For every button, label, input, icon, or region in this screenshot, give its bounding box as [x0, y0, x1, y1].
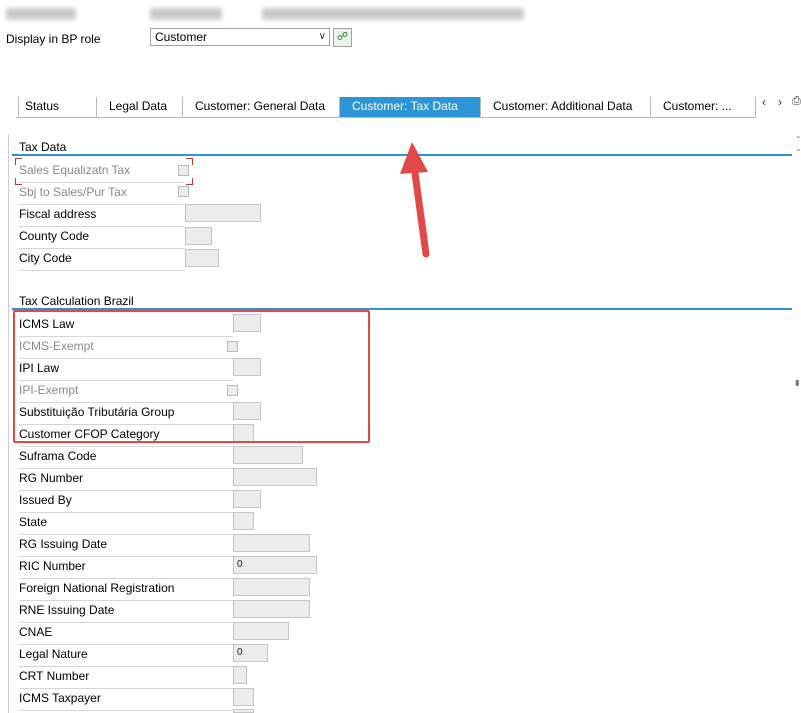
- legal-nature-input[interactable]: 0: [233, 644, 268, 662]
- glasses-icon: ☍: [336, 31, 349, 43]
- blurred-partner-name: [262, 8, 524, 20]
- state-input[interactable]: [233, 512, 254, 530]
- focus-corner: [186, 158, 193, 165]
- label-rg-number: RG Number: [19, 469, 233, 491]
- tab-customer-general-data[interactable]: Customer: General Data: [182, 97, 339, 117]
- blurred-partner-label: [6, 8, 76, 20]
- label-suframa-code: Suframa Code: [19, 447, 233, 469]
- issued-by-input[interactable]: [233, 490, 261, 508]
- switch-role-button[interactable]: ☍: [333, 28, 352, 47]
- focus-corner: [186, 178, 193, 185]
- tab-strip: Status Legal Data Customer: General Data…: [16, 97, 756, 118]
- label-state: State: [19, 513, 233, 535]
- ric-number-input[interactable]: 0: [233, 556, 317, 574]
- label-sbj-to-sales-pur-tax: Sbj to Sales/Pur Tax: [19, 183, 183, 205]
- foreign-national-registration-input[interactable]: [233, 578, 310, 596]
- cnae-input[interactable]: [233, 622, 289, 640]
- label-rg-issuing-date: RG Issuing Date: [19, 535, 233, 557]
- county-code-input[interactable]: [185, 227, 212, 245]
- label-county-code: County Code: [19, 227, 185, 249]
- group-title-tax-calculation-brazil: Tax Calculation Brazil: [19, 294, 134, 308]
- label-issued-by: Issued By: [19, 491, 233, 513]
- label-rne-issuing-date: RNE Issuing Date: [19, 601, 233, 623]
- icms-taxpayer-input[interactable]: [233, 688, 254, 706]
- scrollbar[interactable]: ⌃ ⌄ ▮: [795, 135, 801, 387]
- pointer-arrow-icon: [400, 142, 430, 258]
- highlight-box: [13, 310, 370, 443]
- bp-role-value: Customer: [155, 30, 208, 44]
- label-ric-number: RIC Number: [19, 557, 233, 579]
- label-cnae: CNAE: [19, 623, 233, 645]
- label-sales-equalizatn-tax: Sales Equalizatn Tax: [19, 161, 183, 183]
- label-fiscal-address: Fiscal address: [19, 205, 185, 227]
- group-title-tax-data: Tax Data: [19, 140, 67, 154]
- city-code-input[interactable]: [185, 249, 219, 267]
- tab-customer-tax-data[interactable]: Customer: Tax Data: [339, 97, 480, 117]
- tab-legal-data[interactable]: Legal Data: [96, 97, 182, 117]
- blurred-partner-id: [150, 8, 222, 20]
- checkbox-sbj-to-sales-pur-tax[interactable]: [178, 186, 189, 197]
- rg-number-input[interactable]: [233, 468, 317, 486]
- bp-role-select[interactable]: Customer ∨: [150, 28, 330, 46]
- label-icms-taxpayer: ICMS Taxpayer: [19, 689, 233, 711]
- tab-scroll-right-icon[interactable]: ›: [778, 95, 782, 109]
- tab-list-icon[interactable]: ⎙: [792, 95, 801, 108]
- chevron-down-icon: ∨: [318, 31, 326, 42]
- tab-customer-additional-data[interactable]: Customer: Additional Data: [480, 97, 650, 117]
- focus-corner: [15, 158, 22, 165]
- fiscal-address-input[interactable]: [185, 204, 261, 222]
- tab-status[interactable]: Status: [18, 97, 96, 117]
- crt-number-input[interactable]: [233, 666, 247, 684]
- title-bar: [0, 0, 801, 30]
- tab-scroll-left-icon[interactable]: ‹: [762, 95, 766, 109]
- rne-issuing-date-input[interactable]: [233, 600, 310, 618]
- label-crt-number: CRT Number: [19, 667, 233, 689]
- checkbox-sales-equalizatn-tax[interactable]: [178, 165, 189, 176]
- cut-off-input[interactable]: [233, 709, 254, 713]
- rg-issuing-date-input[interactable]: [233, 534, 310, 552]
- suframa-code-input[interactable]: [233, 446, 303, 464]
- label-city-code: City Code: [19, 249, 185, 271]
- label-legal-nature: Legal Nature: [19, 645, 233, 667]
- tab-customer-more[interactable]: Customer: ...: [650, 97, 756, 117]
- bp-role-label: Display in BP role: [6, 32, 101, 46]
- label-foreign-national-registration: Foreign National Registration: [19, 579, 233, 601]
